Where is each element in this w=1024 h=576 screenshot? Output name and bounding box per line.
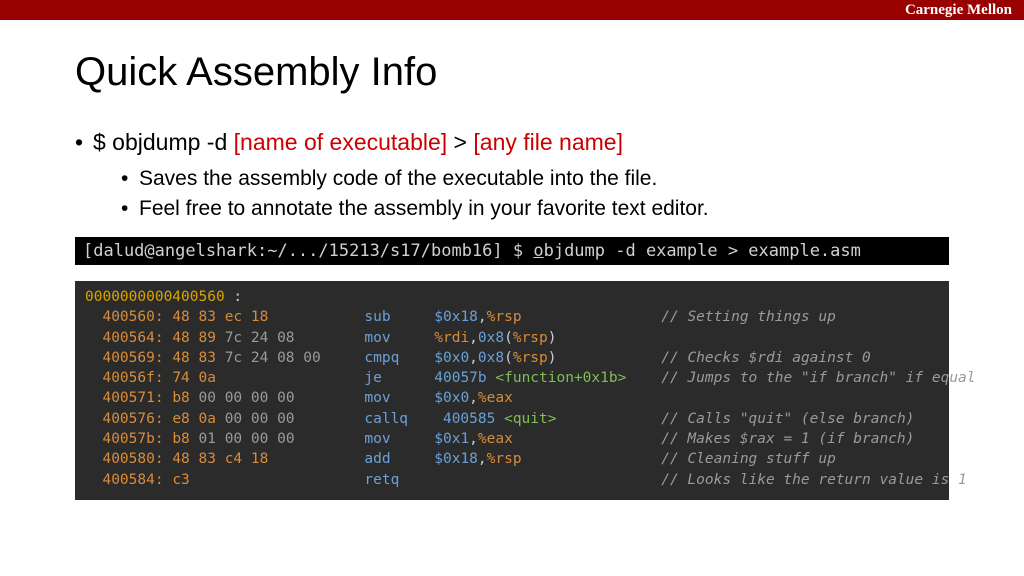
brand-text: Carnegie Mellon (905, 2, 1012, 18)
brand-bar: Carnegie Mellon (0, 0, 1024, 20)
page-title: Quick Assembly Info (75, 50, 949, 95)
cmd-arg-executable: [name of executable] (234, 129, 448, 155)
terminal-prompt: [dalud@angelshark:~/.../15213/s17/bomb16… (75, 237, 949, 265)
prompt-context: [dalud@angelshark:~/.../15213/s17/bomb16… (83, 241, 533, 261)
sub-bullet-list: Saves the assembly code of the executabl… (121, 164, 949, 225)
cmd-arg-outfile: [any file name] (473, 129, 623, 155)
command-line-bullet: $ objdump -d [name of executable] > [any… (75, 127, 949, 225)
cmd-mid: > (447, 129, 473, 155)
prompt-command-rest: bjdump -d example > example.asm (544, 241, 861, 261)
sub-bullet-2: Feel free to annotate the assembly in yo… (121, 194, 949, 224)
sub-bullet-1: Saves the assembly code of the executabl… (121, 164, 949, 194)
prompt-cursor-char: o (533, 241, 543, 261)
slide-content: Quick Assembly Info $ objdump -d [name o… (0, 20, 1024, 500)
assembly-listing: 0000000000400560 : 400560: 48 83 ec 18 s… (75, 281, 949, 500)
cmd-prefix: $ objdump -d (93, 129, 234, 155)
bullet-list: $ objdump -d [name of executable] > [any… (75, 127, 949, 225)
